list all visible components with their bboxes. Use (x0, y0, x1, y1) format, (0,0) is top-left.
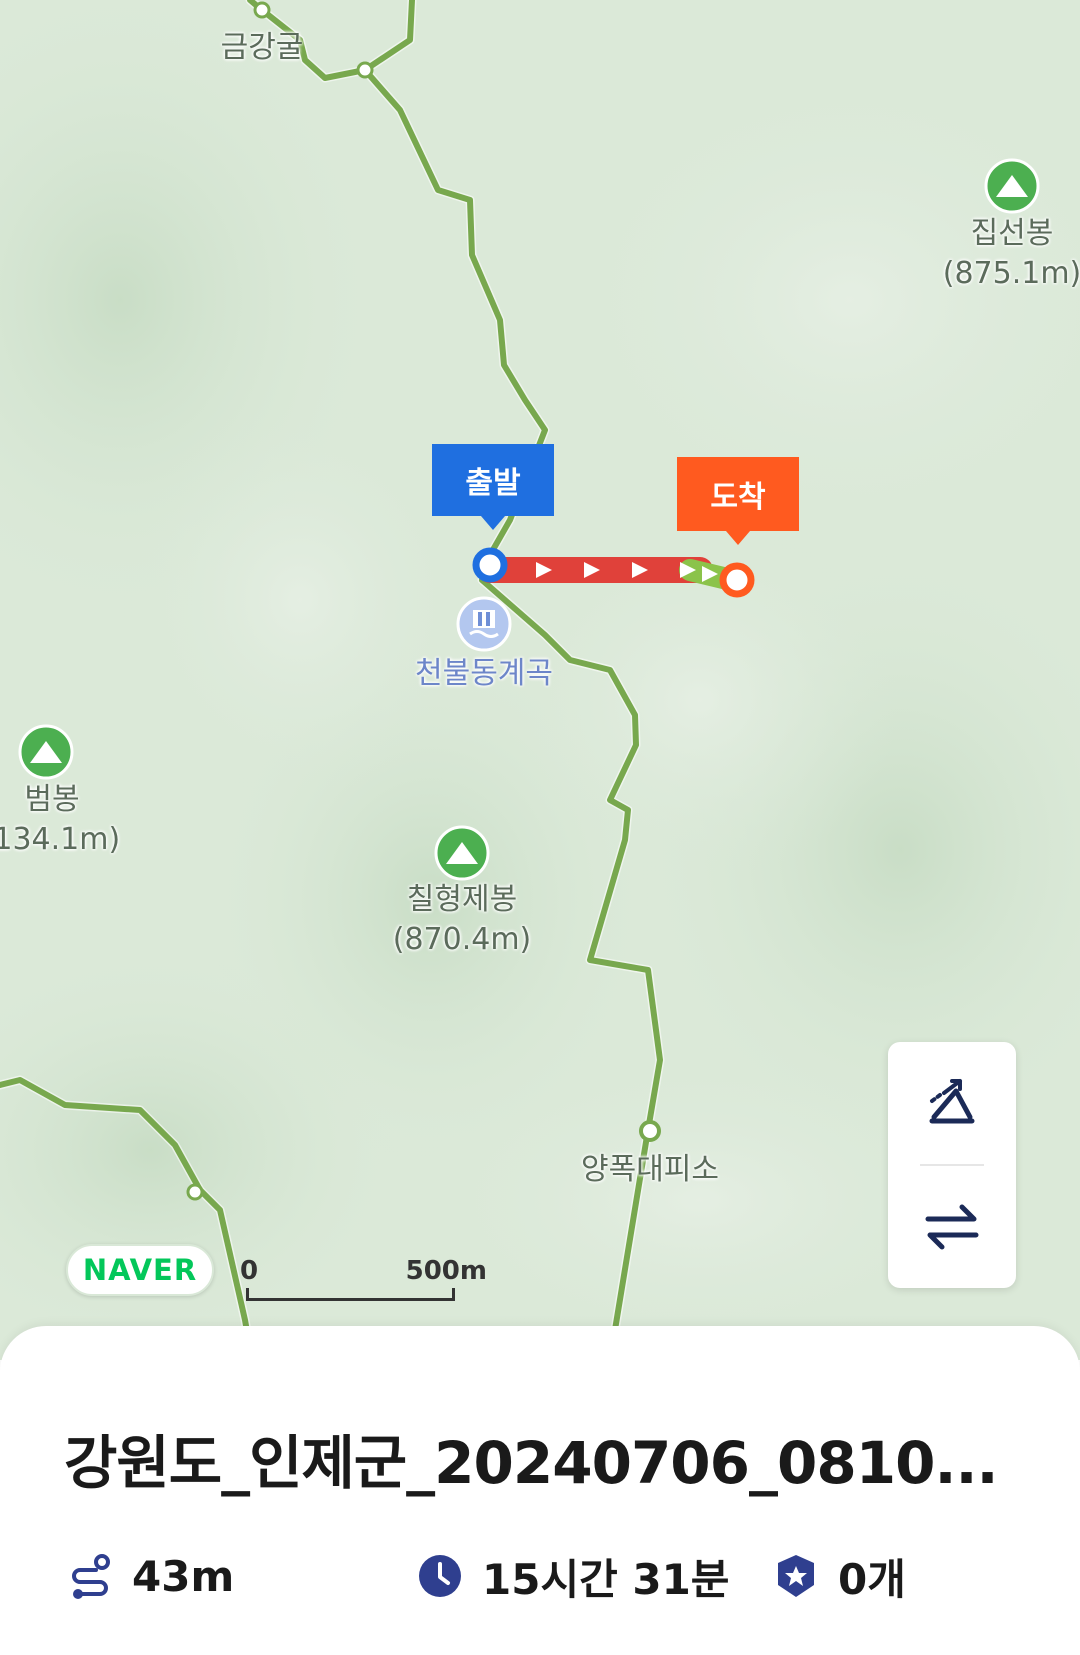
valley-icon (456, 596, 512, 652)
place-label: 금강굴 (221, 28, 304, 68)
duration-stat: 15시간 31분 (416, 1548, 729, 1604)
map-scale-bar: 0 500m (240, 1256, 487, 1302)
place-name: 칠형제봉 (406, 882, 518, 917)
naver-logo-text: NAVER (82, 1253, 198, 1287)
badge-star-icon (778, 1555, 814, 1597)
end-flag-label: 도착 (710, 480, 766, 515)
place-elevation: (870.4m) (392, 922, 532, 957)
naver-logo: NAVER (66, 1244, 214, 1296)
shelter-label: 양폭대피소 (581, 1150, 719, 1190)
peak-icon (18, 724, 74, 780)
map-controls (888, 1042, 1016, 1288)
end-point[interactable] (719, 562, 755, 598)
place-elevation: ,134.1m) (0, 822, 121, 857)
place-name: 범봉 (24, 782, 80, 817)
elevation-button[interactable] (888, 1042, 1016, 1164)
place-elevation: (875.1m) (942, 256, 1080, 291)
place-name: 천불동계곡 (415, 656, 553, 691)
valley-label: 천불동계곡 (415, 654, 553, 694)
map-view[interactable]: 금강굴 집선봉 (875.1m) 범봉 ,134.1m) 칠형제봉 (870.4… (0, 0, 1080, 1360)
route-distance-icon (72, 1554, 110, 1599)
clock-icon (419, 1555, 461, 1597)
elevation-chart-icon (929, 1079, 975, 1124)
distance-value: 43m (132, 1551, 235, 1601)
scale-distance: 500m (405, 1256, 487, 1286)
duration-value: 15시간 31분 (482, 1554, 730, 1604)
place-name: 금강굴 (220, 30, 304, 65)
distance-stat: 43m (66, 1548, 234, 1604)
record-title: 강원도_인제군_20240706_0810... (64, 1429, 999, 1497)
place-name: 집선봉 (970, 216, 1054, 251)
peak-icon (434, 825, 490, 881)
peak-label: 범봉 ,134.1m) (0, 780, 120, 860)
peak-label: 집선봉 (875.1m) (943, 214, 1080, 294)
start-flag[interactable]: 출발 (432, 444, 554, 516)
swap-direction-icon (925, 1204, 979, 1250)
badge-stat: 0개 (772, 1548, 906, 1604)
peak-label: 칠형제봉 (870.4m) (393, 880, 532, 960)
swap-direction-button[interactable] (888, 1166, 1016, 1288)
start-point[interactable] (472, 547, 508, 583)
scale-zero: 0 (240, 1256, 259, 1286)
start-flag-label: 출발 (465, 466, 521, 501)
peak-icon (984, 158, 1040, 214)
end-flag[interactable]: 도착 (677, 457, 799, 531)
scale-bar-line (246, 1288, 455, 1301)
place-name: 양폭대피소 (581, 1152, 719, 1187)
badge-count-value: 0개 (838, 1554, 906, 1604)
